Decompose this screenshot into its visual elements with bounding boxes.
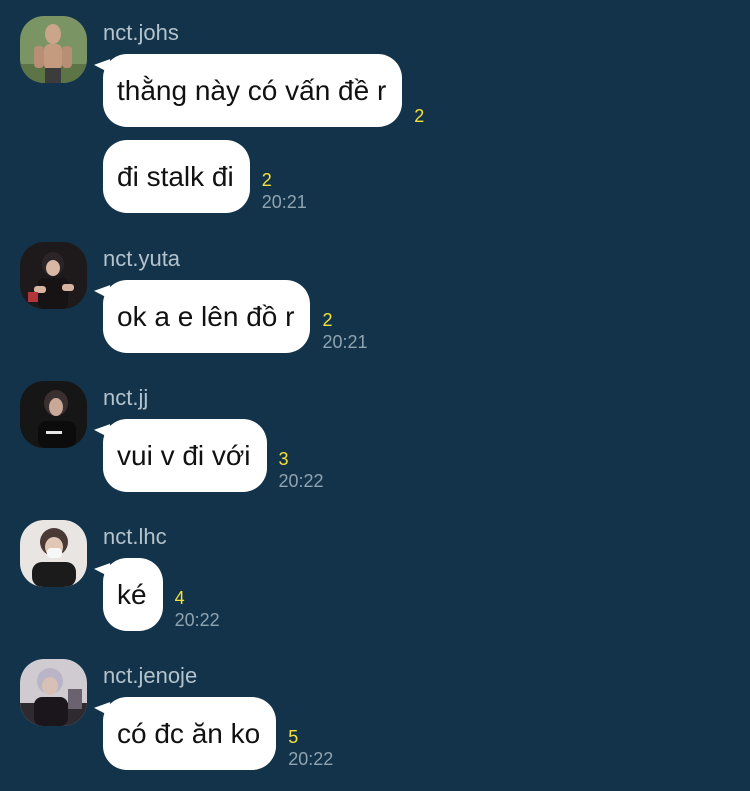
- message-meta: 4 20:22: [175, 587, 220, 631]
- message-meta: 2: [414, 105, 424, 127]
- user-avatar-icon: [20, 659, 87, 726]
- message-bubble[interactable]: ké: [103, 558, 163, 631]
- timestamp: 20:22: [278, 471, 324, 491]
- message-bubble[interactable]: vui v đi với: [103, 419, 267, 492]
- avatar[interactable]: [20, 16, 87, 83]
- message-meta: 3 20:22: [279, 448, 324, 492]
- sender-name: nct.johs: [103, 20, 179, 45]
- message-row: ké 4 20:22: [103, 558, 220, 631]
- sender-name: nct.yuta: [103, 246, 181, 271]
- user-avatar-icon: [20, 16, 87, 83]
- timestamp: 20:21: [322, 332, 368, 352]
- unread-count: 4: [174, 588, 185, 608]
- message-row: ok a e lên đồ r 2 20:21: [103, 280, 368, 353]
- message-bubble[interactable]: đi stalk đi: [103, 140, 250, 213]
- user-avatar-icon: [20, 520, 87, 587]
- message-meta: 5 20:22: [288, 726, 333, 770]
- unread-count: 5: [288, 727, 299, 747]
- message-row: thằng này có vấn đề r 2: [103, 54, 424, 127]
- chat-thread[interactable]: nct.johs thằng này có vấn đề r 2 đi stal…: [0, 0, 750, 791]
- message-bubble[interactable]: thằng này có vấn đề r: [103, 54, 403, 127]
- message-row: có đc ăn ko 5 20:22: [103, 697, 333, 770]
- timestamp: 20:22: [174, 610, 220, 630]
- message-group: nct.lhc ké 4 20:22: [0, 520, 750, 635]
- sender-name: nct.lhc: [103, 524, 167, 549]
- timestamp: 20:22: [288, 749, 334, 769]
- message-meta: 2 20:21: [262, 169, 307, 213]
- message-group: nct.jj vui v đi với 3 20:22: [0, 381, 750, 496]
- message-row: đi stalk đi 2 20:21: [103, 140, 307, 213]
- unread-count: 2: [261, 170, 272, 190]
- unread-count: 3: [278, 449, 289, 469]
- avatar[interactable]: [20, 520, 87, 587]
- message-group: nct.johs thằng này có vấn đề r 2 đi stal…: [0, 16, 750, 216]
- user-avatar-icon: [20, 242, 87, 309]
- message-bubble[interactable]: ok a e lên đồ r: [103, 280, 311, 353]
- message-group: nct.yuta ok a e lên đồ r 2 20:21: [0, 242, 750, 357]
- timestamp: 20:21: [261, 192, 307, 212]
- avatar[interactable]: [20, 242, 87, 309]
- unread-count: 2: [414, 106, 425, 126]
- message-bubble[interactable]: có đc ăn ko: [103, 697, 277, 770]
- sender-name: nct.jenoje: [103, 663, 198, 688]
- user-avatar-icon: [20, 381, 87, 448]
- sender-name: nct.jj: [103, 385, 149, 410]
- unread-count: 2: [322, 310, 333, 330]
- avatar[interactable]: [20, 381, 87, 448]
- avatar[interactable]: [20, 659, 87, 726]
- message-meta: 2 20:21: [322, 309, 367, 353]
- message-group: nct.jenoje có đc ăn ko 5 20:22: [0, 659, 750, 774]
- message-row: vui v đi với 3 20:22: [103, 419, 324, 492]
